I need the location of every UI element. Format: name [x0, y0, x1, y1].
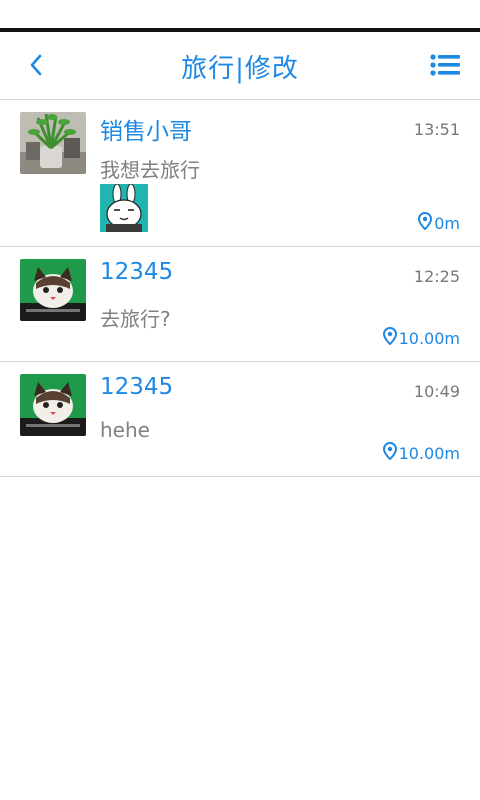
app-header: 旅行|修改 [0, 32, 480, 100]
list-item[interactable]: 12345 12:25 去旅行? 10.00m [0, 247, 480, 362]
plant-avatar-image [20, 112, 86, 174]
sender-name: 12345 [100, 259, 174, 285]
message-text: 去旅行? [100, 307, 171, 331]
location-pin-icon [382, 326, 397, 349]
message-time: 10:49 [413, 382, 460, 401]
distance-value: 10.00m [398, 328, 460, 348]
message-time: 13:51 [413, 120, 460, 139]
list-menu-icon [430, 54, 460, 80]
list-item[interactable]: 12345 10:49 hehe 10.00m [0, 362, 480, 477]
sender-name: 销售小哥 [100, 119, 192, 145]
sticker-image[interactable] [100, 184, 148, 232]
message-text: hehe [100, 418, 150, 442]
avatar[interactable] [20, 112, 86, 174]
message-list: 销售小哥 13:51 我想去旅行 0m 12345 12:25 去旅行? 10.… [0, 100, 480, 477]
avatar[interactable] [20, 374, 86, 436]
distance-label: 0m [418, 211, 460, 234]
page-title: 旅行|修改 [181, 54, 299, 84]
status-bar [0, 0, 480, 28]
list-item[interactable]: 销售小哥 13:51 我想去旅行 0m [0, 100, 480, 247]
cat-avatar-image [20, 259, 86, 321]
message-time: 12:25 [413, 267, 460, 286]
distance-value: 0m [434, 213, 460, 233]
message-text: 我想去旅行 [100, 158, 200, 182]
distance-label: 10.00m [382, 441, 460, 464]
location-pin-icon [382, 441, 397, 464]
location-pin-icon [418, 211, 433, 234]
distance-value: 10.00m [398, 443, 460, 463]
sender-name: 12345 [100, 374, 174, 400]
avatar[interactable] [20, 259, 86, 321]
distance-label: 10.00m [382, 326, 460, 349]
menu-button[interactable] [428, 50, 462, 84]
cat-avatar-image [20, 374, 86, 436]
rabbit-sticker-icon [100, 184, 148, 232]
